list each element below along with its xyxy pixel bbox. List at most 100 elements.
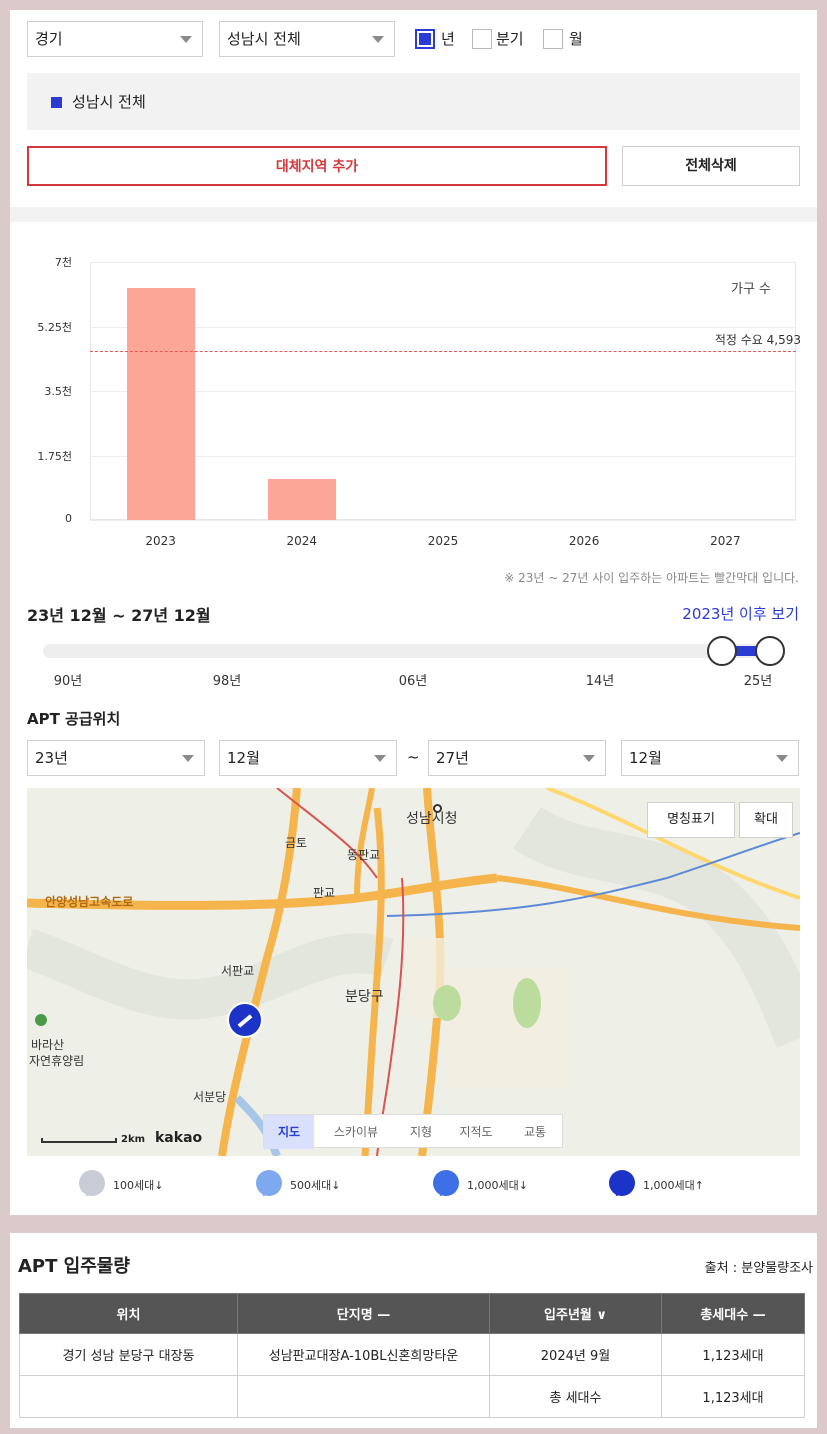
tab-cadastral[interactable]: 지적도 — [446, 1115, 506, 1149]
chevron-down-icon — [583, 755, 595, 762]
reference-line — [90, 350, 796, 352]
map-label: 동판교 — [347, 848, 381, 862]
slider-label: 14년 — [585, 674, 615, 689]
move-in-panel: APT 입주물량 출처 : 분양물량조사 위치 단지명 — 입주년월 ∨ 총세대… — [10, 1233, 817, 1428]
from-year-value: 23년 — [35, 749, 68, 767]
marker-100-icon — [79, 1170, 105, 1196]
subregion-select-value: 성남시 전체 — [227, 30, 301, 48]
data-source: 출처 : 분양물량조사 — [704, 1261, 813, 1276]
period-quarter-checkbox[interactable] — [472, 29, 492, 49]
selected-area-box: 성남시 전체 — [27, 73, 800, 130]
to-year-select[interactable]: 27년 — [428, 740, 606, 776]
map-view[interactable]: 성남시청 동판교 판교 금토 안양성남고속도로 서판교 분당구 바라산 자연휴양… — [27, 788, 800, 1156]
tab-skyview[interactable]: 스카이뷰 — [316, 1115, 396, 1149]
zoom-button[interactable]: 확대 — [739, 802, 793, 838]
map-canvas[interactable] — [27, 788, 800, 1156]
slider-start-handle[interactable] — [707, 636, 737, 666]
period-year-label: 년 — [441, 30, 455, 48]
y-tick-label: 0 — [65, 512, 72, 525]
col-location[interactable]: 위치 — [19, 1293, 238, 1334]
marker-1000-icon — [433, 1170, 459, 1196]
to-month-select[interactable]: 12월 — [621, 740, 799, 776]
map-label: 서판교 — [221, 964, 255, 978]
col-complex-name[interactable]: 단지명 — — [237, 1293, 490, 1334]
region-select-value: 경기 — [35, 30, 63, 48]
map-label-highway: 안양성남고속도로 — [45, 895, 134, 909]
table-row[interactable]: 경기 성남 분당구 대장동 성남판교대장A-10BL신혼희망타운 2024년 9… — [19, 1333, 805, 1376]
col-move-in-date[interactable]: 입주년월 ∨ — [489, 1293, 662, 1334]
cell-empty — [19, 1375, 238, 1418]
tab-map[interactable]: 지도 — [264, 1115, 314, 1149]
slider-label: 98년 — [212, 674, 242, 689]
x-tick-label: 2027 — [710, 534, 741, 548]
bar-2024[interactable] — [267, 478, 336, 520]
chevron-down-icon — [182, 755, 194, 762]
map-label: 판교 — [313, 886, 336, 900]
chevron-down-icon — [180, 36, 192, 43]
y-tick-label: 1.75천 — [37, 450, 72, 463]
delete-all-button[interactable]: 전체삭제 — [622, 146, 800, 186]
cell-move-in-date: 2024년 9월 — [489, 1333, 662, 1376]
map-type-tabs: 지도 스카이뷰 지형 지적도 교통 — [263, 1114, 563, 1149]
map-label-city-hall: 성남시청 — [406, 811, 458, 827]
region-select[interactable]: 경기 — [27, 21, 203, 57]
legend-label: 1,000세대↓ — [467, 1179, 528, 1192]
chevron-down-icon — [374, 755, 386, 762]
from-month-select[interactable]: 12월 — [219, 740, 397, 776]
gridline — [90, 520, 796, 521]
supply-bar-chart: 7천 5.25천 3.5천 1.75천 0 가구 수 적정 수요 4,593 2… — [10, 250, 817, 570]
table-header-row: 위치 단지명 — 입주년월 ∨ 총세대수 — — [19, 1293, 805, 1334]
gridline — [90, 262, 796, 263]
y-axis-title: 가구 수 — [730, 282, 771, 297]
tab-traffic[interactable]: 교통 — [508, 1115, 562, 1149]
gridline — [90, 327, 796, 328]
total-value: 1,123세대 — [661, 1375, 805, 1418]
cell-total-units: 1,123세대 — [661, 1333, 805, 1376]
legend-label: 500세대↓ — [290, 1179, 341, 1192]
tab-terrain[interactable]: 지형 — [396, 1115, 446, 1149]
section-divider — [10, 207, 817, 222]
slider-end-handle[interactable] — [755, 636, 785, 666]
period-year-checkbox[interactable] — [415, 29, 435, 49]
gridline — [90, 456, 796, 457]
show-names-button[interactable]: 명칭표기 — [647, 802, 735, 838]
map-label-district: 분당구 — [345, 989, 384, 1005]
col-total-units[interactable]: 총세대수 — — [661, 1293, 805, 1334]
move-in-table: 위치 단지명 — 입주년월 ∨ 총세대수 — 경기 성남 분당구 대장동 성남판… — [19, 1293, 805, 1418]
marker-500-icon — [256, 1170, 282, 1196]
slider-label: 06년 — [398, 674, 428, 689]
total-label: 총 세대수 — [489, 1375, 662, 1418]
chart-note: ※ 23년 ~ 27년 사이 입주하는 아파트는 빨간막대 입니다. — [504, 571, 799, 585]
range-separator: ~ — [407, 748, 420, 766]
city-hall-icon — [433, 804, 442, 813]
map-scale-label: 2km — [121, 1134, 146, 1145]
x-tick-label: 2026 — [568, 534, 600, 548]
add-alternate-area-button[interactable]: 대체지역 추가 — [27, 146, 607, 186]
x-tick-label: 2024 — [286, 534, 318, 548]
park-icon — [35, 1014, 47, 1026]
marker-1000plus-icon — [609, 1170, 635, 1196]
x-tick-label: 2025 — [427, 534, 459, 548]
supply-location-title: APT 공급위치 — [27, 710, 121, 728]
period-month-label: 월 — [569, 30, 583, 48]
apartment-marker-icon[interactable] — [227, 1002, 263, 1038]
period-month-checkbox[interactable] — [543, 29, 563, 49]
from-year-select[interactable]: 23년 — [27, 740, 205, 776]
reference-line-label: 적정 수요 4,593 — [714, 332, 801, 347]
to-year-value: 27년 — [436, 749, 469, 767]
view-after-2023-link[interactable]: 2023년 이후 보기 — [682, 603, 799, 624]
selected-area-label: 성남시 전체 — [72, 93, 146, 111]
bar-2023[interactable] — [126, 287, 195, 520]
kakao-logo: kakao — [155, 1130, 203, 1146]
map-label: 금토 — [285, 836, 308, 850]
from-month-value: 12월 — [227, 749, 260, 767]
y-tick-label: 7천 — [54, 256, 72, 269]
series-color-swatch — [51, 97, 62, 108]
table-total-row: 총 세대수 1,123세대 — [19, 1375, 805, 1418]
subregion-select[interactable]: 성남시 전체 — [219, 21, 395, 57]
y-tick-label: 3.5천 — [44, 385, 72, 398]
chevron-down-icon — [776, 755, 788, 762]
year-range-slider-track[interactable] — [43, 644, 785, 658]
move-in-title: APT 입주물량 — [18, 1256, 130, 1277]
legend-label: 1,000세대↑ — [643, 1179, 704, 1192]
